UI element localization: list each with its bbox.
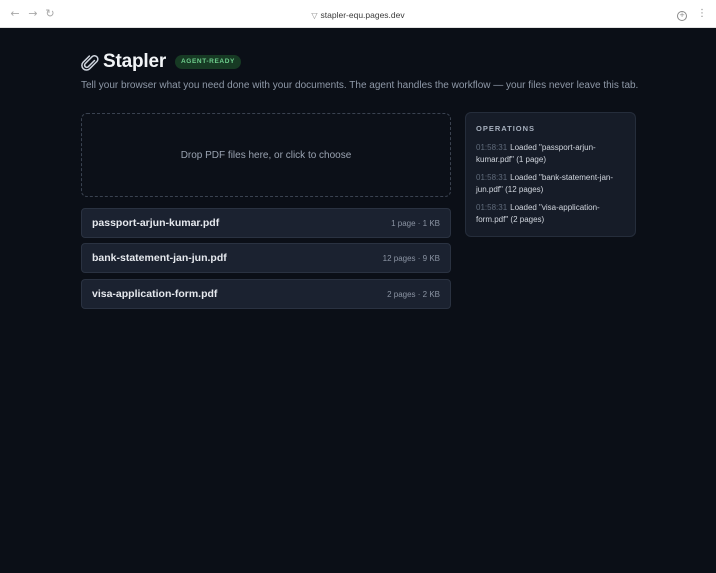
file-meta: 1 page · 1 KB: [391, 218, 440, 228]
operation-time: 01:58:31: [476, 203, 508, 212]
menu-icon[interactable]: ⋮: [694, 6, 710, 22]
extension-icon[interactable]: +: [677, 11, 687, 21]
browser-toolbar: ← → ↻ ▽ stapler-equ.pages.dev + ⋮: [0, 0, 716, 28]
file-name: visa-application-form.pdf: [92, 288, 218, 300]
operations-title: OPERATIONS: [476, 124, 536, 133]
address-bar[interactable]: ▽ stapler-equ.pages.dev: [0, 0, 716, 28]
dropzone-label: Drop PDF files here, or click to choose: [180, 149, 352, 161]
status-badge: AGENT-READY: [175, 55, 241, 69]
operation-entry: 01:58:31 Loaded "visa-application-form.pd…: [476, 202, 625, 226]
file-name: bank-statement-jan-jun.pdf: [92, 252, 227, 264]
site-info-icon[interactable]: ▽: [311, 11, 317, 20]
file-meta: 12 pages · 9 KB: [382, 253, 440, 263]
operation-entry: 01:58:31 Loaded "passport-arjun-kumar.pdf…: [476, 142, 625, 166]
file-row[interactable]: bank-statement-jan-jun.pdf 12 pages · 9 …: [81, 243, 451, 273]
pdf-dropzone[interactable]: Drop PDF files here, or click to choose: [81, 113, 451, 197]
app-title: Stapler: [103, 51, 167, 72]
paperclip-icon: [81, 55, 99, 71]
file-row[interactable]: visa-application-form.pdf 2 pages · 2 KB: [81, 279, 451, 309]
operations-panel: OPERATIONS 01:58:31 Loaded "passport-arju…: [465, 112, 636, 237]
file-meta: 2 pages · 2 KB: [387, 289, 440, 299]
operation-time: 01:58:31: [476, 173, 508, 182]
operation-entry: 01:58:31 Loaded "bank-statement-jan-jun.p…: [476, 172, 625, 196]
brand-header: Stapler AGENT-READY: [81, 51, 241, 73]
file-name: passport-arjun-kumar.pdf: [92, 217, 220, 229]
tagline: Tell your browser what you need done wit…: [81, 80, 639, 91]
url-text: stapler-equ.pages.dev: [320, 10, 405, 20]
operation-time: 01:58:31: [476, 143, 508, 152]
file-row[interactable]: passport-arjun-kumar.pdf 1 page · 1 KB: [81, 208, 451, 238]
